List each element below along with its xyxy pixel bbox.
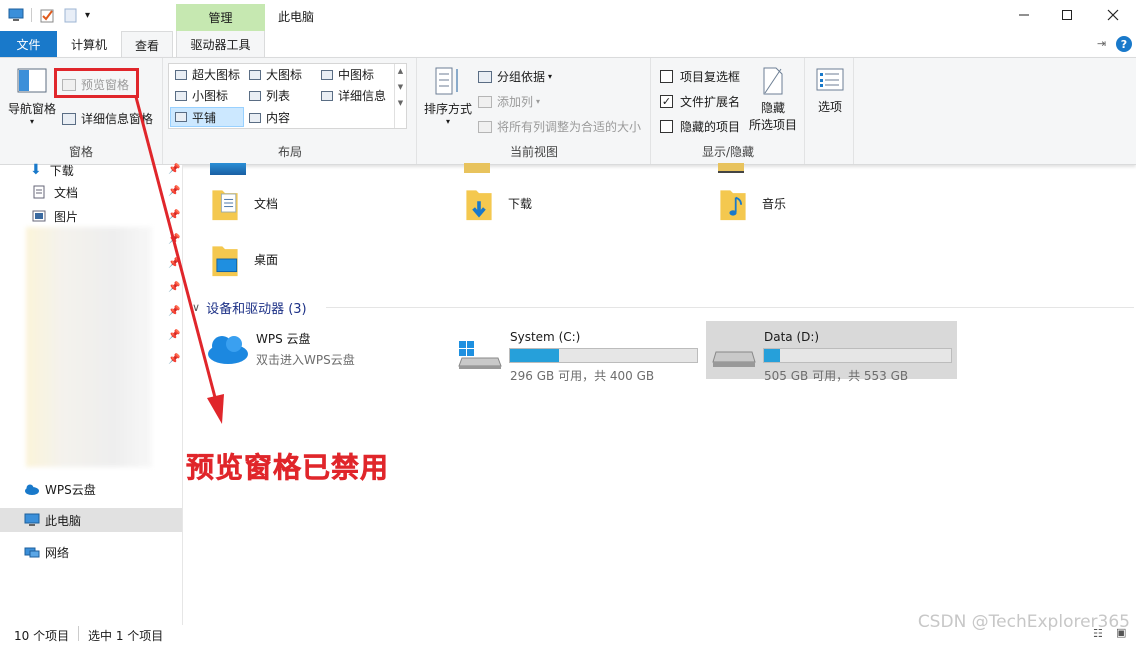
- status-divider: [78, 626, 79, 641]
- watermark-text: CSDN @TechExplorer365: [917, 612, 1130, 632]
- annotation-text: 预览窗格已禁用: [186, 451, 390, 485]
- status-selected-count: 选中 1 个项目: [88, 629, 164, 643]
- status-item-count: 10 个项目: [14, 629, 70, 643]
- annotation-arrow: [134, 96, 224, 424]
